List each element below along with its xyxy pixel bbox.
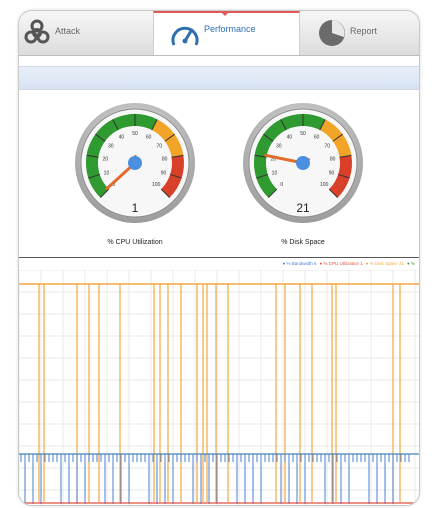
tab-attack-label: Attack <box>55 26 81 36</box>
toolbar-strip <box>19 66 419 90</box>
cpu-gauge-title: % CPU Utilization <box>107 239 163 246</box>
disk-tick-label: 50 <box>300 131 306 137</box>
cpu-tick-label: 80 <box>162 156 168 162</box>
cpu-gauge-value: 1 <box>131 201 139 215</box>
disk-tick-label: 60 <box>314 134 320 140</box>
legend-item[interactable]: ● % Disk Space 21 <box>366 261 404 266</box>
disk-gauge-value: 21 <box>296 201 310 215</box>
disk-tick-label: 0 <box>280 182 283 188</box>
gauge-panel: 0 10 20 30 40 50 60 70 80 90 100 1 % CPU Utilizati… <box>19 89 419 257</box>
tab-performance-label: Performance <box>204 24 256 34</box>
disk-tick-label: 100 <box>320 182 329 188</box>
disk-tick-label: 30 <box>276 143 282 149</box>
chart-legend[interactable]: ● % Bandwidth 6 ● % CPU Utilization 1 ● % … <box>280 261 415 266</box>
disk-gauge-title: % Disk Space <box>281 239 325 246</box>
disk-tick-label: 80 <box>330 156 336 162</box>
tab-performance[interactable]: Performance <box>153 11 300 55</box>
tab-bar: Attack Performance Report <box>19 11 419 56</box>
cpu-tick-label: 50 <box>132 131 138 137</box>
cpu-gauge: 0 10 20 30 40 50 60 70 80 90 100 1 % CPU Utilizati… <box>73 101 197 251</box>
disk-hub <box>296 156 310 170</box>
disk-gauge: 0 10 20 30 40 50 60 70 80 90 100 21 % Disk Space <box>241 101 365 251</box>
pie-chart-icon <box>319 20 345 46</box>
chart-plot <box>19 270 419 505</box>
disk-tick-label: 40 <box>287 134 293 140</box>
legend-item[interactable]: ● % CPU Utilization 1 <box>320 261 363 266</box>
disk-tick-label: 70 <box>324 143 330 149</box>
cpu-tick-label: 10 <box>104 170 110 176</box>
cpu-tick-label: 40 <box>119 134 125 140</box>
active-tab-indicator <box>220 11 230 16</box>
cpu-tick-label: 60 <box>146 134 152 140</box>
biohazard-icon <box>24 19 50 44</box>
tab-report-label: Report <box>350 26 378 36</box>
cpu-tick-label: 100 <box>152 182 161 188</box>
disk-tick-label: 90 <box>329 170 335 176</box>
app-frame: Attack Performance Report 0 10 20 30 40 50 60 7… <box>18 10 420 506</box>
legend-item[interactable]: ● % Bandwidth 6 <box>283 261 317 266</box>
disk-tick-label: 10 <box>272 170 278 176</box>
cpu-tick-label: 30 <box>108 143 114 149</box>
cpu-tick-label: 20 <box>103 156 109 162</box>
tab-attack[interactable]: Attack <box>19 11 153 55</box>
cpu-tick-label: 70 <box>156 143 162 149</box>
tab-report[interactable]: Report <box>300 11 419 55</box>
cpu-hub <box>128 156 142 170</box>
performance-chart: ● % Bandwidth 6 ● % CPU Utilization 1 ● % … <box>19 257 419 505</box>
legend-item[interactable]: ● % <box>407 261 415 266</box>
speedometer-icon <box>171 26 199 46</box>
cpu-tick-label: 90 <box>161 170 167 176</box>
